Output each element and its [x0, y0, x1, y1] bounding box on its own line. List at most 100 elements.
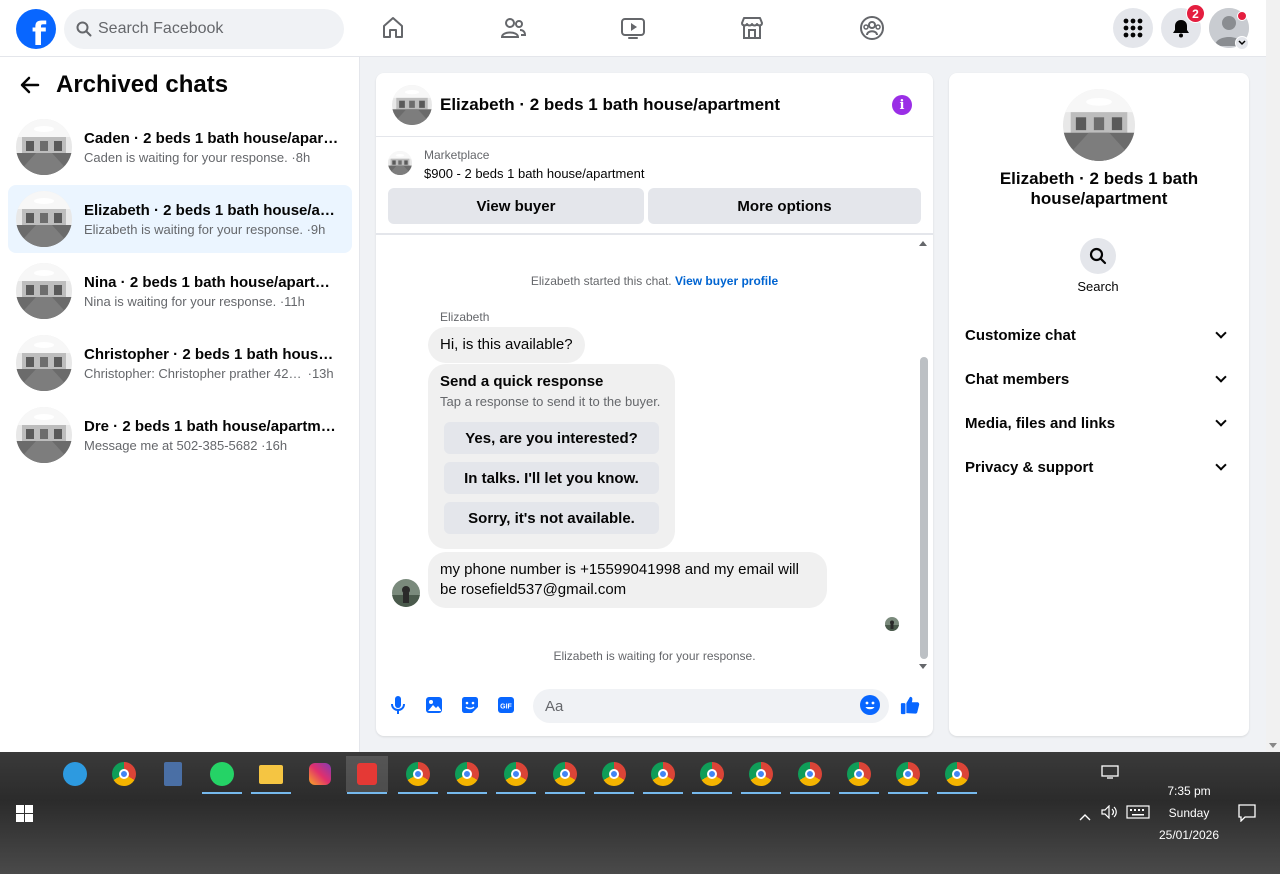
info-avatar[interactable] — [1063, 89, 1135, 161]
back-arrow-icon[interactable] — [20, 75, 40, 95]
thumbs-up-icon[interactable] — [900, 695, 920, 715]
conversation-avatar[interactable] — [392, 84, 432, 125]
taskbar-chrome-icon[interactable] — [495, 756, 537, 794]
search-icon — [1089, 247, 1107, 265]
chat-avatar[interactable] — [16, 119, 72, 175]
clock-time[interactable]: 7:35 pm — [1144, 784, 1234, 798]
emoji-icon[interactable] — [860, 695, 880, 715]
chat-time: 8h — [295, 149, 311, 165]
chat-avatar[interactable] — [16, 407, 72, 463]
chat-avatar[interactable] — [16, 263, 72, 319]
taskbar-file-explorer-icon[interactable] — [250, 756, 292, 794]
search-label: Search — [1077, 279, 1119, 294]
taskbar-chrome-canary-icon[interactable] — [103, 756, 145, 792]
chat-preview: Nina is waiting for your response. · 11h — [84, 294, 340, 309]
chat-last-message: Caden is waiting for your response. — [84, 149, 288, 165]
chat-list-item[interactable]: Christopher · 2 beds 1 bath house/apartm… — [8, 329, 352, 397]
taskbar-chrome-icon[interactable] — [887, 756, 929, 794]
grid-icon — [1123, 18, 1143, 38]
facebook-logo-icon[interactable]: f — [16, 9, 56, 49]
clock-date[interactable]: 25/01/2026 — [1144, 828, 1234, 842]
more-options-button[interactable]: More options — [648, 188, 921, 224]
chat-separator: · — [287, 149, 296, 165]
taskbar-instagram-icon[interactable] — [299, 756, 341, 792]
chat-name: Dre · 2 beds 1 bath house/apartment — [84, 417, 340, 435]
message-line: my phone number is +15599041998 and my e… — [440, 561, 799, 578]
chat-avatar[interactable] — [16, 191, 72, 247]
listing-thumbnail[interactable] — [388, 151, 412, 175]
message-bubble[interactable]: Hi, is this available? — [428, 327, 585, 363]
chat-separator: · — [304, 365, 312, 381]
sticker-icon[interactable] — [460, 695, 480, 715]
account-status-dot — [1237, 11, 1247, 21]
taskbar-app-1-icon[interactable] — [54, 756, 96, 792]
message-input[interactable] — [533, 689, 889, 723]
chat-list-item[interactable]: Caden · 2 beds 1 bath house/apartment Ca… — [8, 113, 352, 181]
taskbar-chrome-icon[interactable] — [544, 756, 586, 794]
message-bubble-contact[interactable]: my phone number is +15599041998 and my e… — [428, 552, 827, 608]
conversation-header[interactable]: Elizabeth · 2 beds 1 bath house/apartmen… — [376, 73, 933, 137]
taskbar-chrome-icon[interactable] — [691, 756, 733, 794]
menu-grid-button[interactable] — [1113, 8, 1153, 48]
chat-list-item[interactable]: Elizabeth · 2 beds 1 bath house/apartmen… — [8, 185, 352, 253]
customize-chat-section[interactable]: Customize chat — [965, 317, 1233, 353]
quick-response-not-available-button[interactable]: Sorry, it's not available. — [444, 502, 659, 534]
chat-list-item[interactable]: Dre · 2 beds 1 bath house/apartment Mess… — [8, 401, 352, 469]
taskbar-chrome-icon[interactable] — [740, 756, 782, 794]
info-icon[interactable]: i — [892, 95, 912, 115]
top-navigation-bar: f 2 — [0, 0, 1266, 57]
chevron-down-icon — [1215, 327, 1227, 339]
clock-day[interactable]: Sunday — [1144, 806, 1234, 820]
chat-separator: · — [302, 221, 311, 237]
taskbar-chrome-icon[interactable] — [397, 756, 439, 794]
video-icon[interactable] — [619, 14, 647, 42]
gif-icon[interactable]: GIF — [496, 695, 516, 715]
chat-last-message: Elizabeth is waiting for your response. — [84, 221, 303, 237]
waiting-notice: Elizabeth is waiting for your response. — [553, 649, 756, 663]
account-chevron-down-icon[interactable] — [1235, 36, 1249, 50]
message-thread: Elizabeth started this chat. View buyer … — [376, 237, 933, 673]
chat-time: 16h — [265, 437, 288, 453]
groups-icon[interactable] — [858, 14, 886, 42]
taskbar-chrome-icon[interactable] — [446, 756, 488, 794]
network-display-icon[interactable] — [1101, 765, 1119, 784]
chat-name: Christopher · 2 beds 1 bath house/apartm… — [84, 345, 340, 363]
quick-response-in-talks-button[interactable]: In talks. I'll let you know. — [444, 462, 659, 494]
view-buyer-profile-link[interactable]: View buyer profile — [675, 274, 778, 288]
photo-icon[interactable] — [424, 695, 444, 715]
windows-start-icon[interactable] — [16, 805, 33, 822]
home-icon[interactable] — [379, 14, 407, 42]
page-scrollbar[interactable] — [1266, 0, 1280, 752]
sender-avatar[interactable] — [392, 579, 420, 607]
taskbar-app-active-icon[interactable] — [346, 756, 388, 794]
chat-time: 11h — [284, 293, 305, 309]
taskbar-calculator-icon[interactable] — [152, 756, 194, 792]
marketplace-icon[interactable] — [738, 14, 766, 42]
show-hidden-icons-chevron-up-icon[interactable] — [1079, 808, 1091, 826]
volume-icon[interactable] — [1101, 804, 1119, 824]
view-buyer-button[interactable]: View buyer — [388, 188, 644, 224]
taskbar-chrome-icon[interactable] — [838, 756, 880, 794]
chat-members-section[interactable]: Chat members — [965, 361, 1233, 397]
conversation-info-panel: Elizabeth · 2 beds 1 bath house/apartmen… — [949, 73, 1249, 736]
search-input[interactable] — [98, 20, 318, 38]
chat-avatar[interactable] — [16, 335, 72, 391]
chat-preview: Christopher: Christopher prather 423-… ·… — [84, 366, 340, 381]
taskbar-chrome-icon[interactable] — [642, 756, 684, 794]
conversation-scrollbar[interactable] — [917, 237, 929, 673]
media-files-links-section[interactable]: Media, files and links — [965, 405, 1233, 441]
search-box[interactable] — [64, 9, 344, 49]
taskbar-chrome-icon[interactable] — [936, 756, 978, 794]
chat-list-item[interactable]: Nina · 2 beds 1 bath house/apartment Nin… — [8, 257, 352, 325]
microphone-icon[interactable] — [388, 695, 408, 715]
listing-title[interactable]: $900 - 2 beds 1 bath house/apartment — [424, 166, 644, 181]
taskbar-chrome-icon[interactable] — [593, 756, 635, 794]
taskbar-whatsapp-icon[interactable] — [201, 756, 243, 794]
friends-icon[interactable] — [499, 14, 527, 42]
privacy-support-section[interactable]: Privacy & support — [965, 449, 1233, 485]
taskbar-chrome-icon[interactable] — [789, 756, 831, 794]
search-in-conversation-button[interactable] — [1080, 238, 1116, 274]
action-center-icon[interactable] — [1238, 804, 1256, 827]
quick-response-yes-button[interactable]: Yes, are you interested? — [444, 422, 659, 454]
conversation-title[interactable]: Elizabeth · 2 beds 1 bath house/apartmen… — [440, 95, 780, 115]
